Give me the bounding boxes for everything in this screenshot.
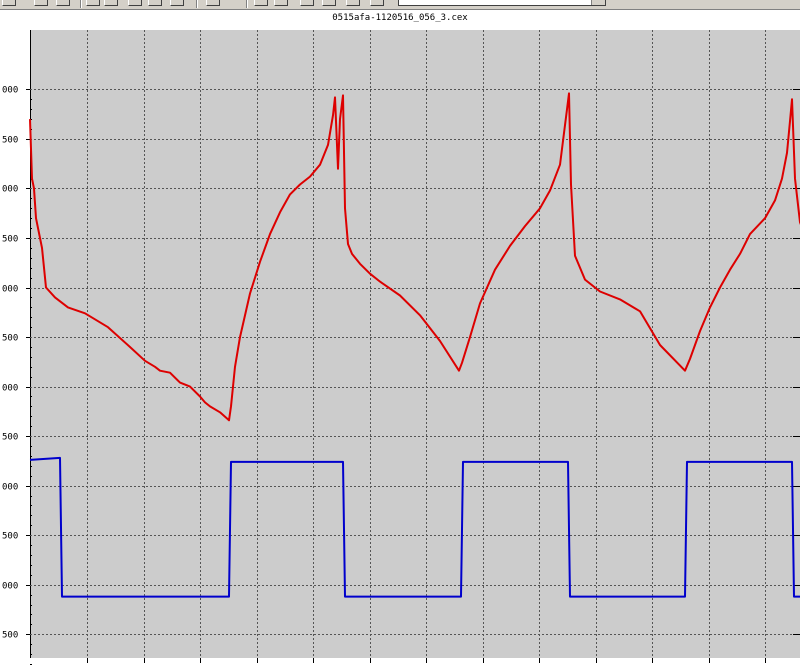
y-tick-label: 500 xyxy=(2,334,18,344)
chart[interactable]: 000500000500000500000500000500000500000 xyxy=(0,0,800,665)
y-tick-label: 000 xyxy=(2,582,18,592)
y-tick-label: 500 xyxy=(2,433,18,443)
y-tick-label: 500 xyxy=(2,235,18,245)
y-tick-label: 000 xyxy=(2,185,18,195)
y-tick-label: 000 xyxy=(2,285,18,295)
y-tick-label: 500 xyxy=(2,631,18,641)
app-window: 0515afa-1120516_056_3.cex 000 500 000 500 00… xyxy=(0,0,800,665)
y-tick-label: 000 xyxy=(2,384,18,394)
y-tick-label: 000 xyxy=(2,86,18,96)
y-tick-label: 500 xyxy=(2,532,18,542)
y-tick-label: 500 xyxy=(2,136,18,146)
y-tick-label: 000 xyxy=(2,483,18,493)
